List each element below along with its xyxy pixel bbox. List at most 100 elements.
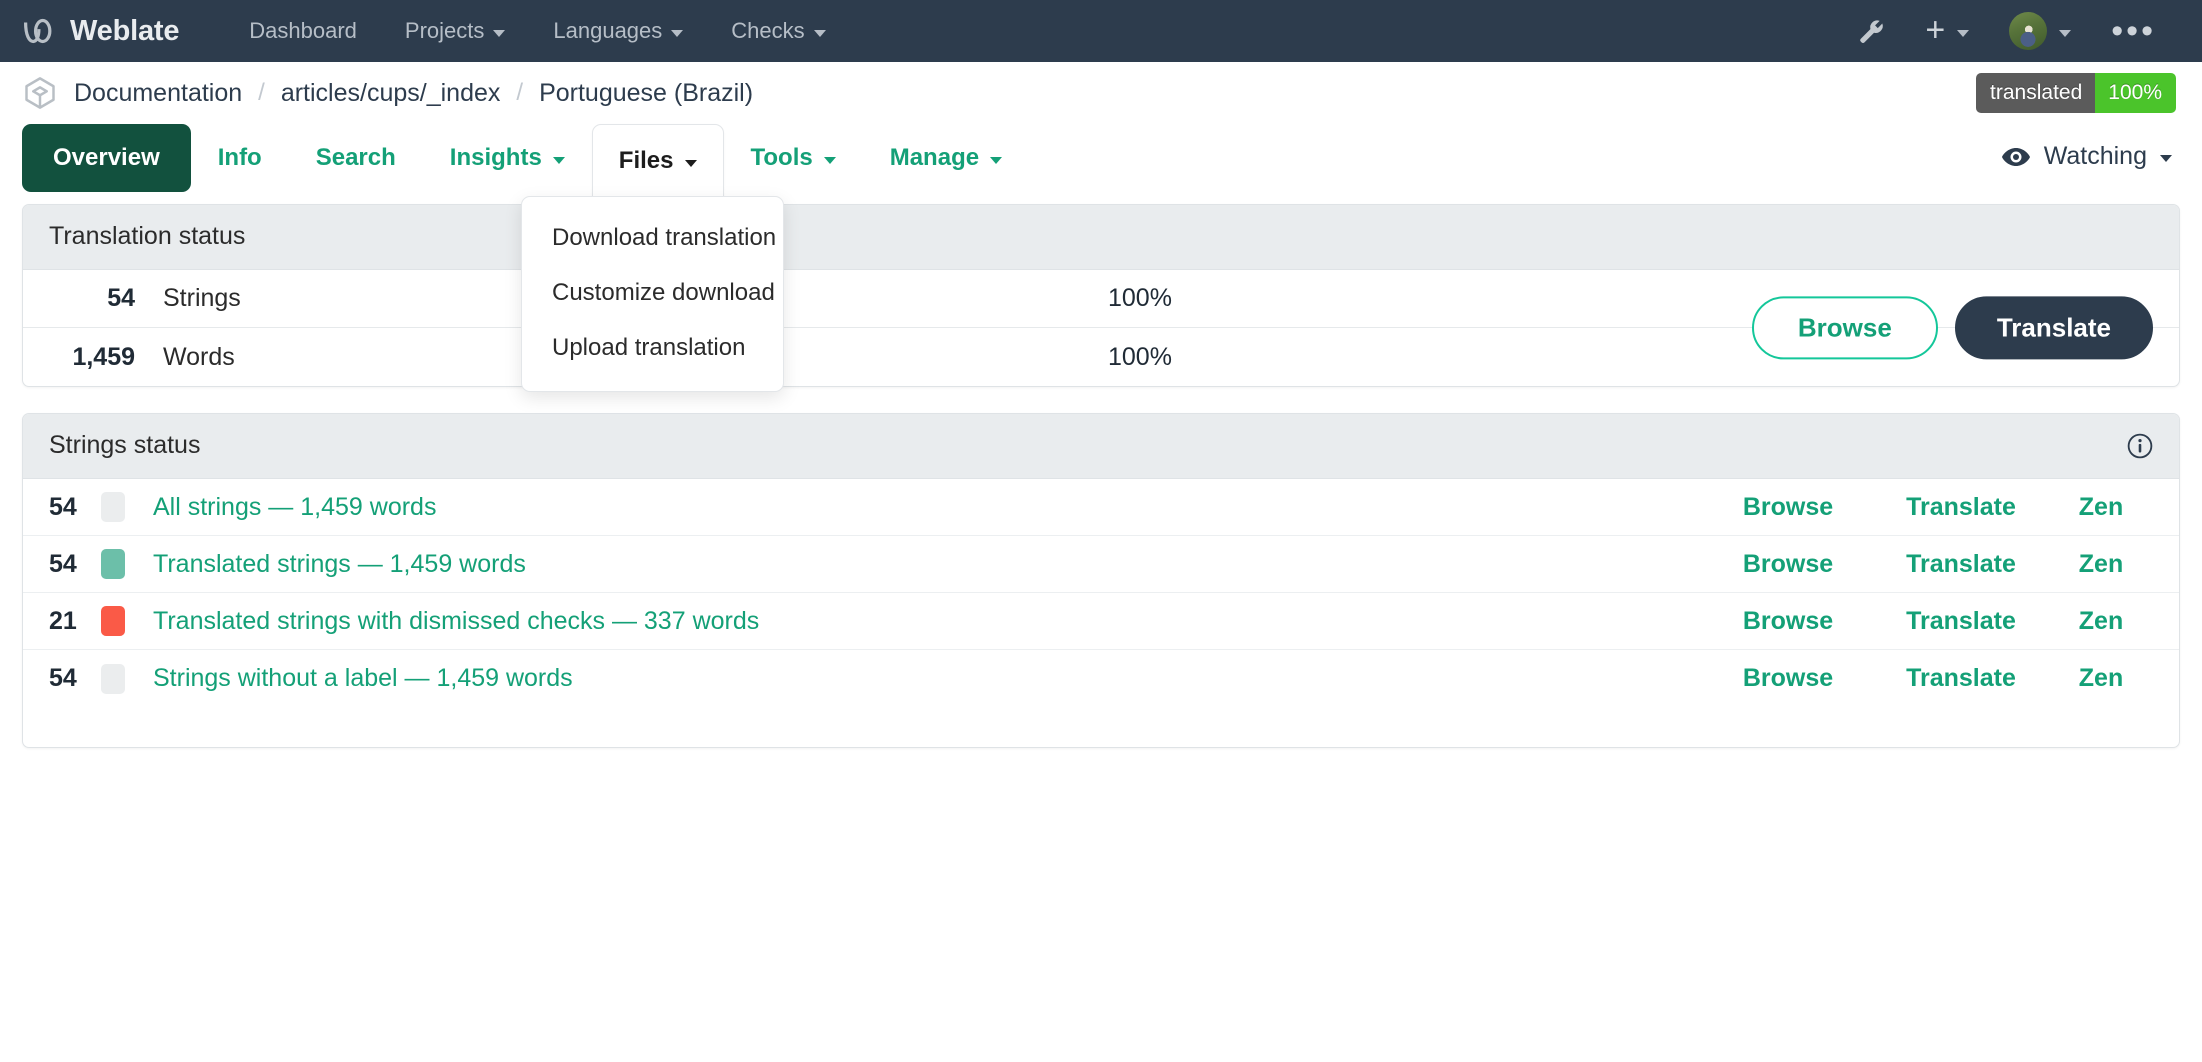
breadcrumb-component[interactable]: articles/cups/_index	[281, 79, 501, 108]
tools-button[interactable]	[1837, 17, 1905, 45]
chevron-down-icon	[685, 160, 697, 167]
tab-insights[interactable]: Insights	[423, 124, 592, 192]
table-row: 54 Translated strings — 1,459 words Brow…	[23, 536, 2179, 593]
chevron-down-icon	[2160, 155, 2172, 162]
plus-icon: +	[1925, 17, 1945, 44]
chevron-down-icon	[493, 30, 505, 37]
tab-tools-label: Tools	[751, 143, 813, 173]
status-badge-value: 100%	[2095, 73, 2176, 113]
menu-item-customize-download[interactable]: Customize download	[522, 266, 783, 321]
status-color-swatch	[101, 664, 125, 694]
row-translate-link[interactable]: Translate	[1873, 607, 2049, 636]
wrench-icon	[1857, 17, 1885, 45]
words-count: 1,459	[49, 343, 135, 372]
weblate-brand[interactable]: Weblate	[18, 12, 179, 50]
row-count: 21	[49, 607, 101, 636]
nav-dashboard-label: Dashboard	[249, 0, 357, 62]
menu-item-upload-translation[interactable]: Upload translation	[522, 321, 783, 376]
breadcrumb-language[interactable]: Portuguese (Brazil)	[539, 79, 753, 108]
translation-status-body: 54 Strings 100% 1,459 Words 100% Browse …	[23, 270, 2179, 386]
table-row: 54 All strings — 1,459 words Browse Tran…	[23, 479, 2179, 536]
row-translate-link[interactable]: Translate	[1873, 664, 2049, 693]
breadcrumb-separator: /	[258, 79, 265, 107]
tab-files[interactable]: Files	[592, 124, 724, 198]
breadcrumb: Documentation / articles/cups/_index / P…	[0, 62, 2202, 124]
watching-dropdown[interactable]: Watching	[1997, 124, 2176, 189]
translation-status-title-text: Translation status	[49, 222, 245, 251]
more-menu-button[interactable]: •••	[2091, 21, 2176, 41]
brand-name: Weblate	[70, 15, 179, 48]
page-body: Translation status 54 Strings 100% 1,459…	[0, 196, 2202, 748]
files-dropdown-menu: Download translation Customize download …	[521, 196, 784, 392]
menu-item-download-translation[interactable]: Download translation	[522, 211, 783, 266]
row-browse-link[interactable]: Browse	[1703, 550, 1873, 579]
row-count: 54	[49, 664, 101, 693]
row-browse-link[interactable]: Browse	[1703, 664, 1873, 693]
status-color-swatch	[101, 492, 125, 522]
status-color-swatch	[101, 606, 125, 636]
navbar-right-tools: + •••	[1837, 12, 2176, 50]
tab-bar: Overview Info Search Insights Files Tool…	[0, 124, 2202, 196]
chevron-down-icon	[814, 30, 826, 37]
row-count: 54	[49, 550, 101, 579]
nav-languages[interactable]: Languages	[529, 0, 707, 62]
nav-languages-label: Languages	[553, 0, 662, 62]
chevron-down-icon	[990, 157, 1002, 164]
row-actions: Browse Translate Zen	[1703, 607, 2153, 636]
row-label-link[interactable]: Translated strings — 1,459 words	[153, 550, 526, 579]
tab-tools[interactable]: Tools	[724, 124, 863, 192]
translation-status-actions: Browse Translate	[1752, 296, 2153, 359]
primary-nav: Dashboard Projects Languages Checks	[225, 0, 849, 62]
table-row: 21 Translated strings with dismissed che…	[23, 593, 2179, 650]
status-badge: translated 100%	[1976, 73, 2176, 113]
translation-status-title: Translation status	[23, 205, 2179, 270]
chevron-down-icon	[553, 157, 565, 164]
tab-info[interactable]: Info	[191, 124, 289, 192]
tab-files-label: Files	[619, 146, 674, 176]
tab-manage[interactable]: Manage	[863, 124, 1029, 192]
table-row: 54 Strings without a label — 1,459 words…	[23, 650, 2179, 707]
chevron-down-icon	[671, 30, 683, 37]
strings-status-title: Strings status	[23, 414, 2179, 479]
ellipsis-icon: •••	[2111, 21, 2156, 41]
tab-insights-label: Insights	[450, 143, 542, 173]
status-badge-label: translated	[1976, 73, 2095, 113]
nav-checks[interactable]: Checks	[707, 0, 849, 62]
row-browse-link[interactable]: Browse	[1703, 607, 1873, 636]
add-button[interactable]: +	[1905, 17, 1989, 44]
row-actions: Browse Translate Zen	[1703, 550, 2153, 579]
watching-label: Watching	[2044, 142, 2147, 171]
row-translate-link[interactable]: Translate	[1873, 550, 2049, 579]
row-zen-link[interactable]: Zen	[2049, 493, 2153, 522]
row-actions: Browse Translate Zen	[1703, 664, 2153, 693]
tab-overview-label: Overview	[53, 143, 160, 173]
weblate-logo-icon	[18, 12, 56, 50]
strings-status-title-text: Strings status	[49, 431, 200, 460]
tab-overview[interactable]: Overview	[22, 124, 191, 192]
top-navbar: Weblate Dashboard Projects Languages Che…	[0, 0, 2202, 62]
row-zen-link[interactable]: Zen	[2049, 550, 2153, 579]
translate-button[interactable]: Translate	[1955, 296, 2153, 359]
row-zen-link[interactable]: Zen	[2049, 607, 2153, 636]
component-icon	[22, 75, 58, 111]
words-percent: 100%	[1108, 343, 1172, 372]
nav-dashboard[interactable]: Dashboard	[225, 0, 381, 62]
user-menu-button[interactable]	[1989, 12, 2091, 50]
nav-projects[interactable]: Projects	[381, 0, 529, 62]
row-label-link[interactable]: Strings without a label — 1,459 words	[153, 664, 573, 693]
tab-info-label: Info	[218, 143, 262, 173]
translation-status-card: Translation status 54 Strings 100% 1,459…	[22, 204, 2180, 387]
row-zen-link[interactable]: Zen	[2049, 664, 2153, 693]
row-label-link[interactable]: All strings — 1,459 words	[153, 493, 436, 522]
tab-manage-label: Manage	[890, 143, 979, 173]
browse-button[interactable]: Browse	[1752, 296, 1938, 359]
eye-icon	[2001, 147, 2031, 167]
tab-search[interactable]: Search	[289, 124, 423, 192]
row-browse-link[interactable]: Browse	[1703, 493, 1873, 522]
row-translate-link[interactable]: Translate	[1873, 493, 2049, 522]
row-label-link[interactable]: Translated strings with dismissed checks…	[153, 607, 759, 636]
info-icon[interactable]	[2127, 433, 2153, 459]
words-label: Words	[163, 343, 283, 372]
strings-count: 54	[49, 284, 135, 313]
breadcrumb-project[interactable]: Documentation	[74, 79, 242, 108]
